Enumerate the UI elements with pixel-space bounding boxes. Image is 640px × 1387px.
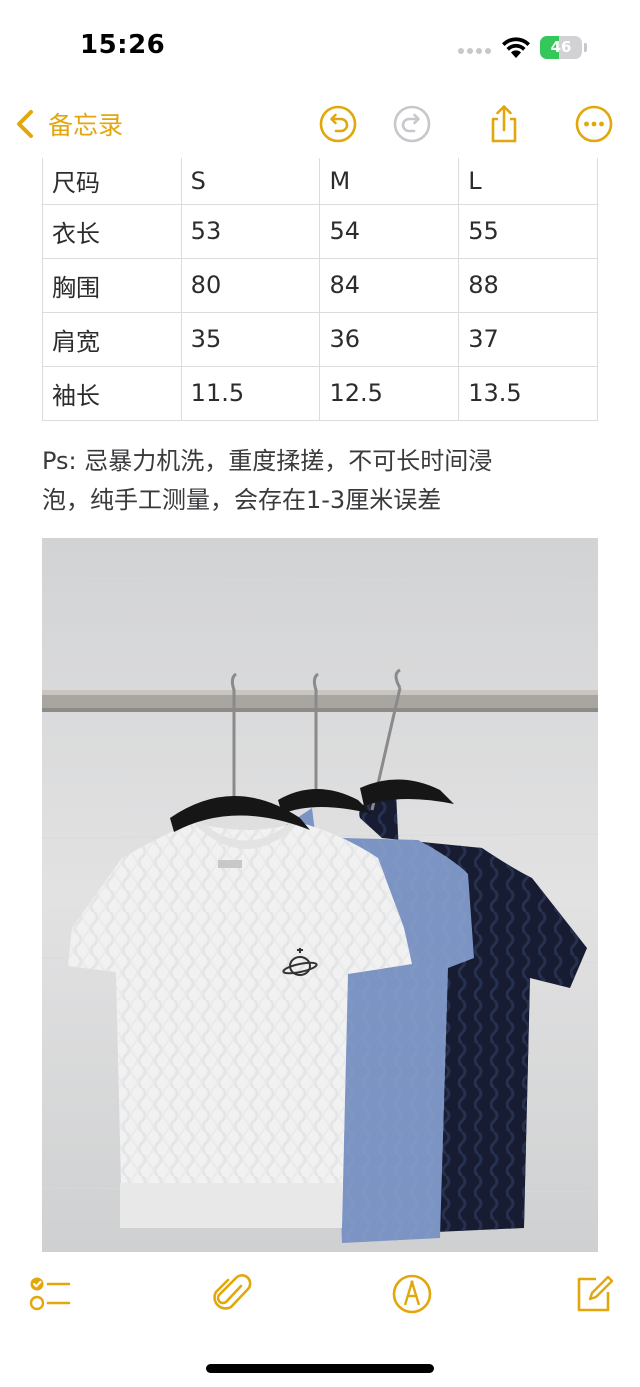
note-line: 泡，纯手工测量，会存在1-3厘米误差 [42, 486, 442, 514]
bottom-toolbar [0, 1260, 640, 1340]
chevron-left-icon [17, 110, 33, 138]
size-table: 尺码 S M L 衣长 53 54 55 胸围 80 84 88 肩宽 35 3… [42, 158, 598, 421]
table-cell: 尺码 [42, 158, 182, 205]
share-icon[interactable] [484, 104, 524, 144]
table-cell: M [319, 158, 460, 205]
note-text: Ps: 忌暴力机洗，重度揉搓，不可长时间浸 泡，纯手工测量，会存在1-3厘米误差 [42, 442, 582, 520]
table-cell: 36 [319, 311, 460, 367]
table-row: 衣长 53 54 55 [42, 203, 598, 259]
cellular-signal-icon [458, 48, 491, 56]
battery-indicator: 46 [540, 36, 588, 60]
table-cell: L [458, 158, 598, 205]
note-line: Ps: 忌暴力机洗，重度揉搓，不可长时间浸 [42, 447, 493, 475]
product-photo[interactable] [42, 538, 598, 1252]
table-cell: 88 [458, 257, 598, 313]
nav-bar: 备忘录 [0, 96, 640, 156]
table-row: 胸围 80 84 88 [42, 257, 598, 313]
table-cell: 袖长 [42, 365, 182, 421]
table-cell: 35 [180, 311, 321, 367]
table-cell: S [180, 158, 321, 205]
table-cell: 胸围 [42, 257, 182, 313]
table-cell: 肩宽 [42, 311, 182, 367]
markup-pen-icon[interactable] [390, 1272, 434, 1316]
table-cell: 12.5 [319, 365, 460, 421]
table-cell: 37 [458, 311, 598, 367]
table-cell: 84 [319, 257, 460, 313]
more-icon[interactable] [574, 104, 614, 144]
checklist-icon[interactable] [28, 1272, 72, 1316]
table-cell: 11.5 [180, 365, 321, 421]
table-cell: 80 [180, 257, 321, 313]
table-cell: 55 [458, 203, 598, 259]
table-cell: 53 [180, 203, 321, 259]
paperclip-icon[interactable] [210, 1272, 254, 1316]
table-cell: 13.5 [458, 365, 598, 421]
compose-icon[interactable] [572, 1272, 616, 1316]
status-bar: 15:26 46 [0, 0, 640, 96]
back-label: 备忘录 [48, 111, 124, 140]
table-row: 肩宽 35 36 37 [42, 311, 598, 367]
table-row: 袖长 11.5 12.5 13.5 [42, 365, 598, 421]
undo-icon[interactable] [318, 104, 358, 144]
status-time: 15:26 [80, 30, 166, 60]
back-button[interactable]: 备忘录 [12, 104, 123, 144]
table-cell: 衣长 [42, 203, 182, 259]
battery-percent: 46 [550, 38, 572, 56]
home-indicator[interactable] [206, 1364, 434, 1373]
table-cell: 54 [319, 203, 460, 259]
redo-icon[interactable] [392, 104, 432, 144]
table-header-row: 尺码 S M L [42, 158, 598, 205]
wifi-icon [502, 37, 530, 58]
